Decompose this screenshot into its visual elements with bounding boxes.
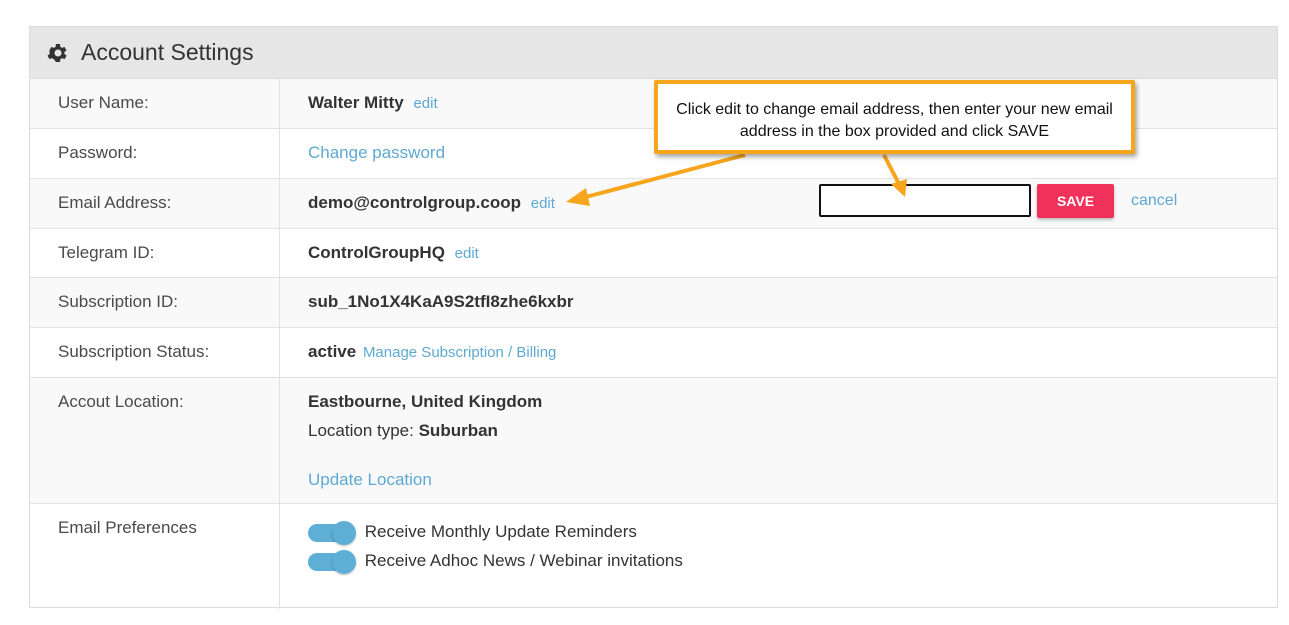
column-divider xyxy=(279,79,280,609)
subscription-status-wrap: active Manage Subscription / Billing xyxy=(308,342,556,362)
subscription-status-value: active xyxy=(308,342,357,361)
pref-adhoc-wrap: Receive Adhoc News / Webinar invitations xyxy=(308,549,683,574)
monthly-reminders-label: Receive Monthly Update Reminders xyxy=(364,522,637,541)
email-value-wrap: demo@controlgroup.coop edit xyxy=(308,193,555,213)
update-location-link[interactable]: Update Location xyxy=(308,470,432,489)
password-label: Password: xyxy=(58,143,138,162)
location-value: Eastbourne, United Kingdom xyxy=(308,392,543,411)
username-value: Walter Mitty xyxy=(308,93,404,112)
subscription-status-label: Subscription Status: xyxy=(58,342,210,361)
callout-text: Click edit to change email address, then… xyxy=(676,101,1113,140)
username-edit-link[interactable]: edit xyxy=(413,95,437,112)
adhoc-news-label: Receive Adhoc News / Webinar invitations xyxy=(364,551,683,570)
telegram-value: ControlGroupHQ xyxy=(308,243,445,262)
location-type-label: Location type: xyxy=(308,421,414,440)
manage-subscription-link[interactable]: Manage Subscription / Billing xyxy=(363,344,556,361)
callout-box: Click edit to change email address, then… xyxy=(654,80,1135,154)
username-value-wrap: Walter Mitty edit xyxy=(308,93,438,113)
subscription-id-value: sub_1No1X4KaA9S2tfI8zhe6kxbr xyxy=(308,292,574,311)
row-subscription-status: Subscription Status: active Manage Subsc… xyxy=(30,328,1277,378)
username-label: User Name: xyxy=(58,93,149,112)
email-label: Email Address: xyxy=(58,193,172,212)
cancel-link[interactable]: cancel xyxy=(1131,192,1177,210)
location-label: Accout Location: xyxy=(58,392,184,411)
email-edit-link[interactable]: edit xyxy=(531,195,555,212)
location-type-wrap: Location type: Suburban xyxy=(308,421,498,441)
gear-icon xyxy=(47,43,67,62)
email-preferences-label: Email Preferences xyxy=(58,518,197,537)
monthly-reminders-toggle[interactable] xyxy=(308,520,356,545)
pref-monthly-wrap: Receive Monthly Update Reminders xyxy=(308,520,637,545)
password-wrap: Change password xyxy=(308,143,445,163)
row-location: Accout Location: Eastbourne, United King… xyxy=(30,378,1277,504)
email-input[interactable] xyxy=(819,184,1031,217)
update-location-wrap: Update Location xyxy=(308,470,432,490)
location-type-value: Suburban xyxy=(418,421,498,440)
change-password-link[interactable]: Change password xyxy=(308,143,445,162)
telegram-label: Telegram ID: xyxy=(58,243,155,262)
toggle-knob xyxy=(332,520,356,545)
row-subscription-id: Subscription ID: sub_1No1X4KaA9S2tfI8zhe… xyxy=(30,278,1277,328)
subscription-id-label: Subscription ID: xyxy=(58,292,178,311)
row-telegram: Telegram ID: ControlGroupHQ edit xyxy=(30,229,1277,278)
toggle-knob xyxy=(332,549,356,574)
panel-header: Account Settings xyxy=(30,27,1277,79)
row-email-preferences: Email Preferences Receive Monthly Update… xyxy=(30,504,1277,609)
adhoc-news-toggle[interactable] xyxy=(308,549,356,574)
email-value: demo@controlgroup.coop xyxy=(308,193,522,212)
telegram-edit-link[interactable]: edit xyxy=(455,245,479,262)
save-button[interactable]: SAVE xyxy=(1037,184,1114,218)
telegram-value-wrap: ControlGroupHQ edit xyxy=(308,243,479,263)
page-title: Account Settings xyxy=(81,39,254,65)
